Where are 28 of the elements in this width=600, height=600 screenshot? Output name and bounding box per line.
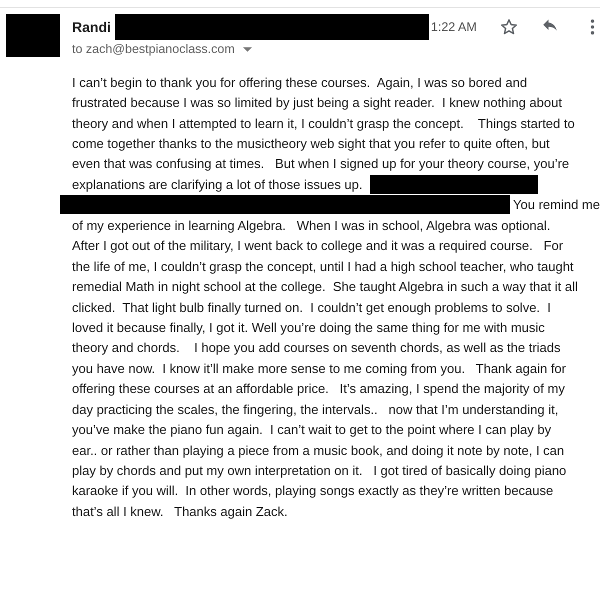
- body-text: loved it because finally, I got it. Well you’re doing the same thing for me with music: [72, 320, 545, 335]
- body-text: You remind me: [512, 197, 600, 212]
- body-text: remedial Math in night school at the college. She taught Algebra in such a way that it all: [72, 279, 578, 294]
- body-text: you’ve make the piano fun again. I can’t wait to get to the point where I can play by: [72, 422, 552, 438]
- recipient-label: to zach@bestpianoclass.com: [72, 42, 235, 56]
- body-text: that’s all I knew. Thanks again Zack.: [72, 504, 288, 519]
- star-icon[interactable]: [498, 17, 519, 37]
- body-text: frustrated because I was so limited by just being a sight reader. I knew nothing about: [72, 95, 562, 110]
- sender-name: Randi: [72, 19, 111, 35]
- body-text: offering these courses at an affordable price. It’s amazing, I spend the majority of my: [72, 381, 565, 396]
- body-text: even that was confusing at times. But when I signed up for your theory course, you’re: [72, 156, 570, 172]
- body-text: come together thanks to the musictheory web sight that you refer to quite often, but: [72, 136, 550, 152]
- message-time: 1:22 AM: [430, 20, 477, 34]
- body-text: clicked. That light bulb finally turned on. I couldn’t get enough problems to solve. I: [72, 300, 551, 315]
- caret-icon[interactable]: [242, 46, 252, 52]
- body-text: day practicing the scales, the fingering, the intervals.. now that I’m understanding it,: [72, 402, 558, 417]
- body-text: explanations are clarifying a lot of those issues up.: [72, 176, 364, 192]
- body-text: the life of me, I couldn’t grasp the concept, until I had a high school teacher, who taught: [72, 258, 574, 274]
- body-text: of my experience in learning Algebra. When I was in school, Algebra was optional.: [72, 218, 550, 233]
- body-text: I can’t begin to thank you for offering these courses. Again, I was so bored and: [72, 74, 528, 90]
- body-text: theory and when I attempted to learn it, I couldn’t grasp the concept. Things started to: [72, 116, 575, 131]
- body-text: After I got out of the military, I went back to college and it was a required course. For: [72, 238, 564, 254]
- body-text: karaoke if you will. In other words, playing songs exactly as they’re written because: [72, 483, 554, 498]
- body-text: play by chords and put my own interpretation on it. I got tired of basically doing piano: [72, 463, 566, 478]
- body-text: theory and chords. I hope you add courses on seventh chords, as well as the triads: [72, 340, 561, 356]
- more-icon[interactable]: [590, 18, 595, 36]
- body-text: ear.. or rather than playing a piece from a music book, and doing it note by note, I can: [72, 442, 564, 458]
- body-text: you have now. I know it’ll make more sense to me coming from you. Thank again for: [72, 360, 566, 376]
